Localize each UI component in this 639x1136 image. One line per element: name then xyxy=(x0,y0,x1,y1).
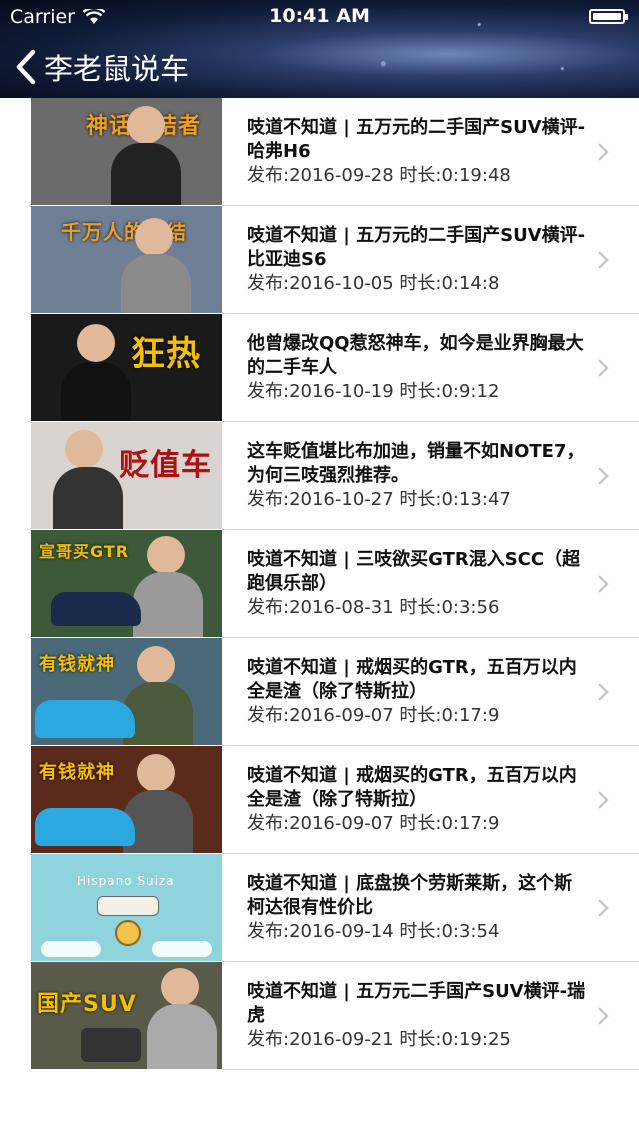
video-row[interactable]: Hispano Suiza 吱道不知道 | 底盘换个劳斯莱斯，这个斯柯达很有性价… xyxy=(0,854,639,962)
chevron-right-icon xyxy=(598,791,609,809)
video-row[interactable]: 神话终结者 吱道不知道 | 五万元的二手国产SUV横评-哈弗H6 发布:2016… xyxy=(0,98,639,206)
chevron-right-icon xyxy=(598,575,609,593)
video-row[interactable]: 宣哥买GTR 吱道不知道 | 三吱欲买GTR混入SCC（超跑俱乐部） 发布:20… xyxy=(0,530,639,638)
video-title: 吱道不知道 | 底盘换个劳斯莱斯，这个斯柯达很有性价比 xyxy=(247,873,573,918)
video-row[interactable]: 国产SUV 吱道不知道 | 五万元二手国产SUV横评-瑞虎 发布:2016-09… xyxy=(0,962,639,1070)
video-thumbnail: 狂热 xyxy=(31,314,222,421)
chevron-right-icon xyxy=(598,467,609,485)
video-row[interactable]: 贬值车 这车贬值堪比布加迪，销量不如NOTE7，为何三吱强烈推荐。 发布:201… xyxy=(0,422,639,530)
chevron-right-icon xyxy=(598,1007,609,1025)
video-meta: 发布:2016-09-21 时长:0:19:25 xyxy=(247,1029,511,1050)
header: Carrier 10:41 AM 李老鼠说车 xyxy=(0,0,639,98)
video-meta: 发布:2016-10-27 时长:0:13:47 xyxy=(247,489,511,510)
clock: 10:41 AM xyxy=(269,5,370,27)
video-list[interactable]: 神话终结者 吱道不知道 | 五万元的二手国产SUV横评-哈弗H6 发布:2016… xyxy=(0,98,639,1070)
video-thumbnail: Hispano Suiza xyxy=(31,854,222,961)
video-meta: 发布:2016-09-28 时长:0:19:48 xyxy=(247,165,511,186)
video-title: 吱道不知道 | 五万元的二手国产SUV横评-哈弗H6 xyxy=(247,117,586,162)
chevron-right-icon xyxy=(598,251,609,269)
video-meta: 发布:2016-09-14 时长:0:3:54 xyxy=(247,921,500,942)
chevron-right-icon xyxy=(598,143,609,161)
video-thumbnail: 千万人的终结 xyxy=(31,206,222,313)
video-thumbnail: 国产SUV xyxy=(31,962,222,1069)
nav-bar: 李老鼠说车 xyxy=(0,38,639,94)
video-thumbnail: 贬值车 xyxy=(31,422,222,529)
video-thumbnail: 宣哥买GTR xyxy=(31,530,222,637)
chevron-right-icon xyxy=(598,899,609,917)
video-row[interactable]: 有钱就神 吱道不知道 | 戒烟买的GTR，五百万以内全是渣（除了特斯拉） 发布:… xyxy=(0,746,639,854)
video-meta: 发布:2016-10-05 时长:0:14:8 xyxy=(247,273,500,294)
video-meta: 发布:2016-08-31 时长:0:3:56 xyxy=(247,597,500,618)
video-title: 吱道不知道 | 戒烟买的GTR，五百万以内全是渣（除了特斯拉） xyxy=(247,657,577,702)
chevron-right-icon xyxy=(598,683,609,701)
video-row[interactable]: 狂热 他曾爆改QQ惹怒神车，如今是业界胸最大的二手车人 发布:2016-10-1… xyxy=(0,314,639,422)
video-row[interactable]: 千万人的终结 吱道不知道 | 五万元的二手国产SUV横评-比亚迪S6 发布:20… xyxy=(0,206,639,314)
video-title: 他曾爆改QQ惹怒神车，如今是业界胸最大的二手车人 xyxy=(247,333,584,378)
video-title: 吱道不知道 | 三吱欲买GTR混入SCC（超跑俱乐部） xyxy=(247,549,581,594)
video-meta: 发布:2016-09-07 时长:0:17:9 xyxy=(247,813,500,834)
page-title: 李老鼠说车 xyxy=(44,52,190,86)
thumbnail-caption: 贬值车 xyxy=(119,448,212,483)
video-row[interactable]: 有钱就神 吱道不知道 | 戒烟买的GTR，五百万以内全是渣（除了特斯拉） 发布:… xyxy=(0,638,639,746)
video-meta: 发布:2016-10-19 时长:0:9:12 xyxy=(247,381,500,402)
video-meta: 发布:2016-09-07 时长:0:17:9 xyxy=(247,705,500,726)
video-title: 吱道不知道 | 五万元的二手国产SUV横评-比亚迪S6 xyxy=(247,225,586,270)
thumbnail-caption: 宣哥买GTR xyxy=(39,542,130,561)
thumbnail-caption: Hispano Suiza xyxy=(77,874,175,888)
back-button[interactable]: 李老鼠说车 xyxy=(14,46,189,88)
video-title: 这车贬值堪比布加迪，销量不如NOTE7，为何三吱强烈推荐。 xyxy=(247,441,585,486)
video-title: 吱道不知道 | 戒烟买的GTR，五百万以内全是渣（除了特斯拉） xyxy=(247,765,577,810)
thumbnail-caption: 有钱就神 xyxy=(39,654,115,675)
thumbnail-caption: 国产SUV xyxy=(37,992,137,1017)
video-thumbnail: 神话终结者 xyxy=(31,98,222,205)
thumbnail-caption: 狂热 xyxy=(131,334,201,374)
video-thumbnail: 有钱就神 xyxy=(31,746,222,853)
chevron-right-icon xyxy=(598,359,609,377)
thumbnail-caption: 有钱就神 xyxy=(39,762,115,783)
chevron-left-icon xyxy=(16,49,36,85)
battery-icon xyxy=(589,9,628,24)
status-bar: Carrier 10:41 AM xyxy=(0,0,639,34)
video-thumbnail: 有钱就神 xyxy=(31,638,222,745)
video-title: 吱道不知道 | 五万元二手国产SUV横评-瑞虎 xyxy=(247,981,586,1026)
